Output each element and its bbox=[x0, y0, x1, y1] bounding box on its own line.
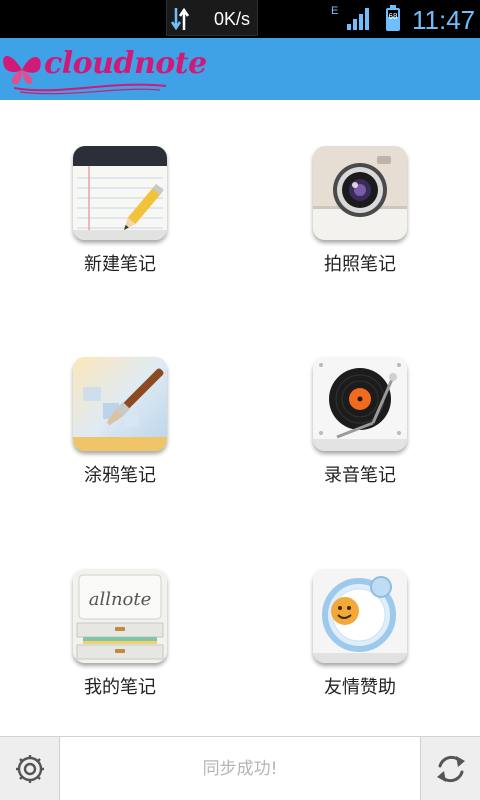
logo-text: cloudnote bbox=[44, 46, 207, 81]
grid-item-label: 拍照笔记 bbox=[324, 254, 396, 275]
grid-item-my-notes[interactable]: allnote 我的笔记 bbox=[40, 569, 200, 719]
refresh-icon bbox=[437, 755, 465, 783]
grid-item-doodle-note[interactable]: 涂鸦笔记 bbox=[40, 357, 200, 507]
grid-item-label: 录音笔记 bbox=[324, 465, 396, 486]
grid-item-label: 涂鸦笔记 bbox=[84, 465, 156, 486]
grid-item-new-note[interactable]: 新建笔记 bbox=[40, 146, 200, 296]
gear-icon bbox=[16, 755, 44, 783]
network-speed: 0K/s bbox=[214, 9, 251, 29]
drawer-cabinet-icon: allnote bbox=[73, 569, 167, 663]
battery-level: 68 bbox=[388, 12, 398, 21]
sync-button[interactable] bbox=[420, 737, 480, 800]
status-bar: 0K/s E 68 11:47 bbox=[0, 0, 480, 38]
grid-item-label: 新建笔记 bbox=[84, 254, 156, 275]
sync-status-text: 同步成功! bbox=[60, 737, 420, 800]
grid-item-photo-note[interactable]: 拍照笔记 bbox=[280, 146, 440, 296]
network-type: E bbox=[331, 5, 339, 17]
notepad-pencil-icon bbox=[73, 146, 167, 240]
signal-icon bbox=[347, 8, 369, 30]
grid-item-label: 我的笔记 bbox=[84, 677, 156, 698]
settings-button[interactable] bbox=[0, 737, 60, 800]
app-header: cloudnote bbox=[0, 38, 480, 100]
svg-text:allnote: allnote bbox=[89, 589, 152, 610]
paintbrush-icon bbox=[73, 357, 167, 451]
camera-icon bbox=[313, 146, 407, 240]
clock: 11:47 bbox=[412, 5, 476, 35]
smiley-ring-icon bbox=[313, 569, 407, 663]
bottom-bar: 同步成功! bbox=[0, 736, 480, 800]
grid-item-label: 友情赞助 bbox=[324, 677, 396, 698]
grid-item-sponsorship[interactable]: 友情赞助 bbox=[280, 569, 440, 719]
grid-item-recording-note[interactable]: 录音笔记 bbox=[280, 357, 440, 507]
record-player-icon bbox=[313, 357, 407, 451]
data-transfer-icon bbox=[170, 7, 190, 31]
screen: 0K/s E 68 11:47 cloudnote 新建笔记 拍照笔记 涂鸦笔记… bbox=[0, 0, 480, 800]
